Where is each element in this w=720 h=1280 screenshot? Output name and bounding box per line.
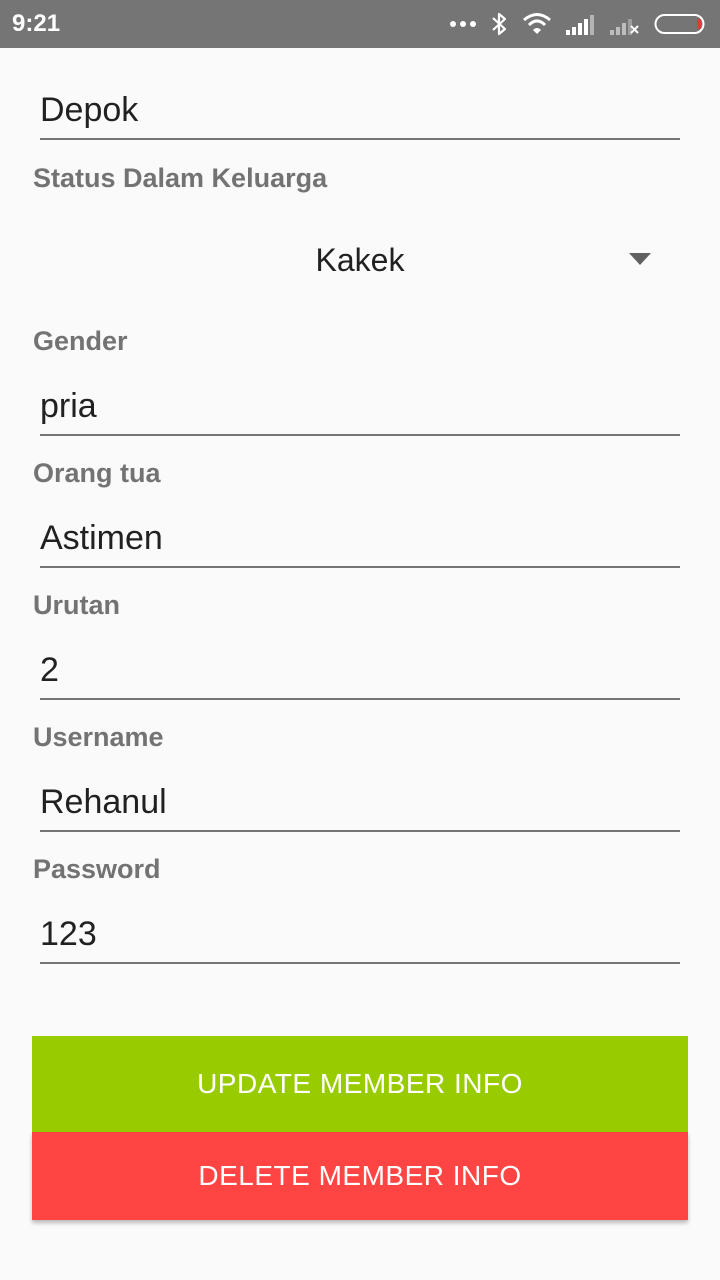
username-field[interactable]: Rehanul xyxy=(40,762,680,832)
gender-field[interactable]: pria xyxy=(40,366,680,436)
parent-field[interactable]: Astimen xyxy=(40,498,680,568)
password-label: Password xyxy=(33,854,161,884)
delete-member-button[interactable]: DELETE MEMBER INFO xyxy=(32,1132,688,1220)
city-field[interactable]: Depok xyxy=(40,70,680,140)
status-spinner[interactable]: Kakek xyxy=(32,220,688,300)
password-value: 123 xyxy=(40,915,97,953)
status-selected-value: Kakek xyxy=(315,242,405,278)
more-dots-icon xyxy=(450,21,476,27)
status-label: Status Dalam Keluarga xyxy=(33,163,328,193)
dropdown-arrow-icon xyxy=(629,253,651,265)
status-time: 9:21 xyxy=(12,10,61,37)
gender-value: pria xyxy=(40,387,97,425)
gender-label: Gender xyxy=(33,326,128,356)
parent-value: Astimen xyxy=(40,519,163,557)
update-member-button[interactable]: UPDATE MEMBER INFO xyxy=(32,1036,688,1132)
password-field[interactable]: 123 xyxy=(40,894,680,964)
username-label: Username xyxy=(33,722,164,752)
username-value: Rehanul xyxy=(40,783,167,821)
city-value: Depok xyxy=(40,91,139,129)
status-icons xyxy=(450,8,708,40)
signal-icon xyxy=(566,15,594,35)
bluetooth-icon xyxy=(492,12,507,36)
battery-low-icon xyxy=(654,14,705,34)
signal-no-sim-icon xyxy=(610,19,639,35)
status-bar: 9:21 xyxy=(0,0,720,48)
order-label: Urutan xyxy=(33,590,120,620)
wifi-icon xyxy=(523,13,551,34)
parent-label: Orang tua xyxy=(33,458,161,488)
order-value: 2 xyxy=(40,651,59,689)
order-field[interactable]: 2 xyxy=(40,630,680,700)
